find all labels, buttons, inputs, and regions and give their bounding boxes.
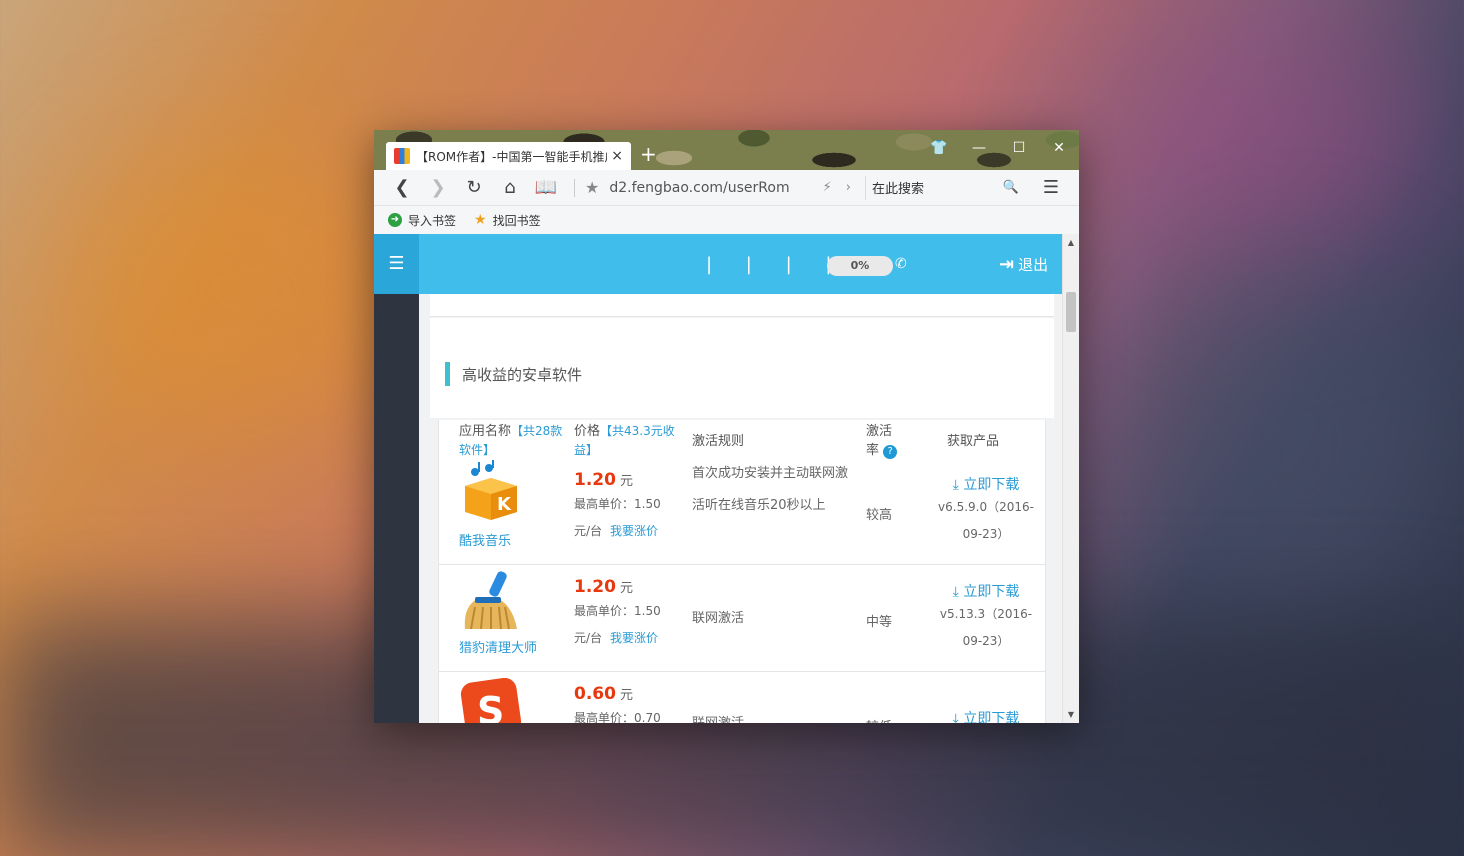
download-icon: ⤓: [952, 711, 959, 723]
window-controls: 👕 — ☐ ✕: [929, 140, 1069, 156]
table-row: K 酷我音乐 1.20 元 最高单价：1.50 元/台 我要涨价 首次成功安装并主动…: [439, 458, 1045, 565]
status-bars: | | | |: [706, 254, 846, 275]
forward-icon[interactable]: ❯: [420, 177, 456, 198]
scroll-down-icon[interactable]: ▼: [1063, 710, 1079, 719]
maximize-icon[interactable]: ☐: [1009, 140, 1029, 156]
activation-rate: 较高: [866, 508, 893, 523]
activation-rule: 联网激活: [692, 611, 745, 626]
col-get: 获取产品: [947, 434, 1000, 449]
table-row: 猎豹清理大师 1.20 元 最高单价：1.50 元/台 我要涨价 联网激活 中等 ⤓…: [439, 565, 1045, 672]
hamburger-menu-icon[interactable]: ☰: [374, 234, 419, 294]
bookmark-import[interactable]: ➜ 导入书签: [388, 212, 456, 229]
activation-rule: 首次成功安装并主动联网激活听在线音乐20秒以上: [692, 466, 849, 513]
download-link[interactable]: ⤓ 立即下载: [931, 474, 1041, 494]
phone-icon: ✆: [895, 256, 907, 272]
scroll-up-icon[interactable]: ▲: [1063, 238, 1079, 247]
minimize-icon[interactable]: —: [969, 140, 989, 156]
svg-text:S: S: [477, 689, 504, 723]
vertical-scrollbar[interactable]: ▲ ▼: [1062, 234, 1079, 723]
logout-label: 退出: [1018, 256, 1049, 274]
raise-price-link[interactable]: 我要涨价: [610, 631, 658, 645]
version-info: v6.5.9.0（2016-09-23）: [938, 500, 1034, 541]
page-viewport: ☰ | | | | 0% ✆ ⇥ 退出 高收益的安卓软件 应用名称【共28款软件…: [374, 234, 1062, 723]
section-title: 高收益的安卓软件: [462, 365, 583, 384]
skin-shirt-icon[interactable]: 👕: [929, 140, 949, 156]
close-window-icon[interactable]: ✕: [1049, 140, 1069, 156]
section-card: 高收益的安卓软件: [430, 318, 1054, 418]
activation-rate: 中等: [866, 615, 893, 630]
raise-price-link[interactable]: 我要涨价: [610, 524, 658, 538]
download-cell: ⤓ 立即下载 v6.5.9.0（2016-09-23）: [931, 474, 1041, 548]
star-icon: ★: [474, 212, 487, 228]
bookmark-label: 导入书签: [408, 213, 457, 228]
divider: [574, 178, 575, 197]
price: 1.20 元: [574, 470, 633, 490]
download-icon: ⤓: [952, 584, 959, 600]
max-price: 最高单价：0.70: [574, 711, 661, 723]
title-bar: 【ROM作者】-中国第一智能手机推广 × + 👕 — ☐ ✕: [374, 130, 1079, 170]
sogou-input-icon[interactable]: S: [459, 677, 523, 723]
download-cell: ⤓ 立即下载: [931, 708, 1041, 723]
max-price: 最高单价：1.50 元/台 我要涨价: [574, 604, 661, 645]
progress-badge: 0%: [827, 256, 893, 276]
top-header: | | | | 0% ✆ ⇥ 退出: [419, 234, 1062, 294]
site-favicon-icon: [394, 148, 410, 164]
tab-title: 【ROM作者】-中国第一智能手机推广: [416, 149, 608, 164]
max-price: 最高单价：1.50 元/台 我要涨价: [574, 497, 661, 538]
col-price: 价格【共43.3元收益】: [574, 424, 675, 457]
download-link[interactable]: ⤓ 立即下载: [931, 581, 1041, 601]
kuwo-music-icon[interactable]: K: [459, 460, 523, 520]
sidebar: [374, 234, 419, 723]
reload-icon[interactable]: ↻: [456, 177, 492, 198]
search-placeholder: 在此搜索: [872, 182, 925, 197]
logout-button[interactable]: ⇥ 退出: [999, 254, 1048, 275]
section-heading: 高收益的安卓软件: [445, 362, 582, 386]
col-rule: 激活规则: [692, 434, 745, 449]
tab-close-icon[interactable]: ×: [611, 148, 623, 164]
price: 0.60 元: [574, 684, 633, 704]
clean-master-icon[interactable]: [459, 571, 523, 631]
activation-rate: 较低: [866, 716, 892, 723]
download-link[interactable]: ⤓ 立即下载: [931, 708, 1041, 723]
search-input[interactable]: 在此搜索 🔍: [865, 175, 1025, 200]
sign-out-icon: ⇥: [999, 254, 1015, 275]
software-table: 应用名称【共28款软件】 价格【共43.3元收益】 激活规则 激活率 ? 获取产…: [438, 420, 1046, 723]
home-icon[interactable]: ⌂: [492, 177, 528, 198]
table-row: S 0.60元 最高单价：0.70 联网激活 较低 ⤓ 立即下载: [439, 672, 1045, 723]
col-rate: 激活率 ?: [866, 422, 902, 460]
col-app-name: 应用名称【共28款软件】: [459, 424, 563, 457]
bookmarks-bar: ➜ 导入书签 ★ 找回书签: [374, 206, 1079, 234]
green-arrow-icon: ➜: [388, 213, 402, 227]
version-info: v5.13.3（2016-09-23）: [939, 607, 1033, 648]
main-content: 高收益的安卓软件 应用名称【共28款软件】 价格【共43.3元收益】 激活规则 …: [419, 294, 1062, 723]
download-cell: ⤓ 立即下载 v5.13.3（2016-09-23）: [931, 581, 1041, 655]
new-tab-button[interactable]: +: [640, 144, 657, 164]
svg-text:K: K: [497, 494, 512, 515]
bookmark-recover[interactable]: ★ 找回书签: [474, 212, 541, 229]
scroll-thumb[interactable]: [1066, 292, 1076, 332]
reader-book-icon[interactable]: 📖: [528, 177, 564, 198]
browser-window: 【ROM作者】-中国第一智能手机推广 × + 👕 — ☐ ✕ ❮ ❯ ↻ ⌂ 📖…: [374, 130, 1079, 723]
browser-tab[interactable]: 【ROM作者】-中国第一智能手机推广 ×: [386, 142, 631, 170]
back-icon[interactable]: ❮: [384, 177, 420, 198]
app-name-link[interactable]: 酷我音乐: [459, 530, 511, 549]
address-bar[interactable]: d2.fengbao.com/userRom: [609, 180, 822, 196]
help-icon[interactable]: ?: [883, 445, 898, 459]
menu-icon[interactable]: ☰: [1033, 177, 1069, 198]
navigation-bar: ❮ ❯ ↻ ⌂ 📖 ★ d2.fengbao.com/userRom ⚡ › 在…: [374, 170, 1079, 206]
top-card: [430, 294, 1054, 317]
accent-bar: [445, 362, 450, 386]
chevron-right-icon[interactable]: ›: [846, 180, 851, 195]
bookmark-label: 找回书签: [492, 213, 541, 228]
activation-rule: 联网激活: [692, 708, 857, 723]
bookmark-star-icon[interactable]: ★: [585, 178, 599, 197]
price: 1.20 元: [574, 577, 633, 597]
app-name-link[interactable]: 猎豹清理大师: [459, 637, 537, 656]
lightning-icon[interactable]: ⚡: [823, 180, 832, 195]
search-icon[interactable]: 🔍: [1003, 180, 1019, 195]
download-icon: ⤓: [952, 477, 959, 493]
